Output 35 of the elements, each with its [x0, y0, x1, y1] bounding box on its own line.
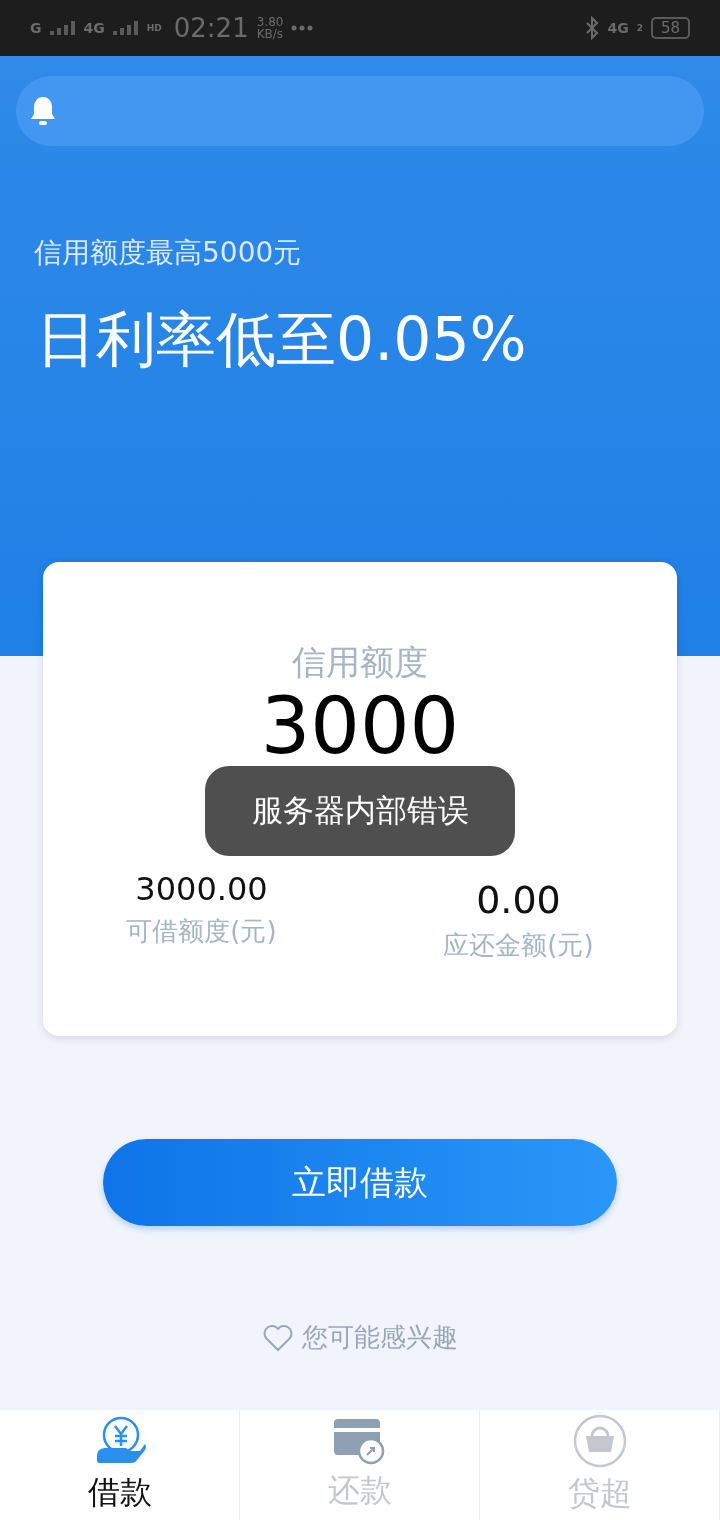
bluetooth-icon	[585, 16, 600, 40]
hd-label: HD	[146, 23, 162, 33]
sim-index: 2	[636, 23, 643, 33]
battery-indicator: 58	[650, 17, 690, 39]
tab-label: 借款	[87, 1472, 152, 1513]
nav-tab[interactable]: 还款	[240, 1410, 480, 1520]
tab-label: 贷超	[567, 1473, 632, 1514]
interest-link[interactable]: 您可能感兴趣	[262, 1320, 458, 1355]
stat-value: 3000.00	[135, 870, 268, 908]
interest-text: 您可能感兴趣	[302, 1321, 458, 1354]
signal-icon	[49, 21, 76, 35]
card-icon	[332, 1417, 387, 1465]
heart-icon	[262, 1323, 294, 1352]
more-icon	[291, 25, 314, 31]
network-speed: 3.80	[256, 16, 284, 28]
signal-label: G	[30, 20, 42, 36]
stat-value: 0.00	[476, 878, 561, 922]
credit-amount: 3000	[260, 686, 460, 766]
bell-icon	[30, 96, 56, 126]
speed-unit: KB/s	[256, 28, 284, 40]
stat-label: 可借额度(元)	[126, 915, 277, 948]
tab-label: 还款	[327, 1470, 392, 1511]
nav-tab[interactable]: 借款	[0, 1410, 240, 1520]
error-toast: 服务器内部错误	[205, 766, 515, 856]
borrow-button[interactable]: 立即借款	[103, 1139, 617, 1226]
nav-tab[interactable]: 贷超	[480, 1410, 720, 1520]
status-time: 02:21	[173, 13, 249, 43]
banner-subtitle: 信用额度最高5000元	[34, 235, 303, 271]
signal-icon	[112, 21, 139, 35]
basket-icon	[572, 1414, 627, 1468]
card-title: 信用额度	[292, 641, 428, 684]
network-label: 4G	[607, 20, 629, 36]
stat-label: 应还金额(元)	[443, 929, 594, 962]
signal-label: 4G	[83, 20, 105, 36]
banner-headline: 日利率低至0.05%	[36, 303, 528, 376]
